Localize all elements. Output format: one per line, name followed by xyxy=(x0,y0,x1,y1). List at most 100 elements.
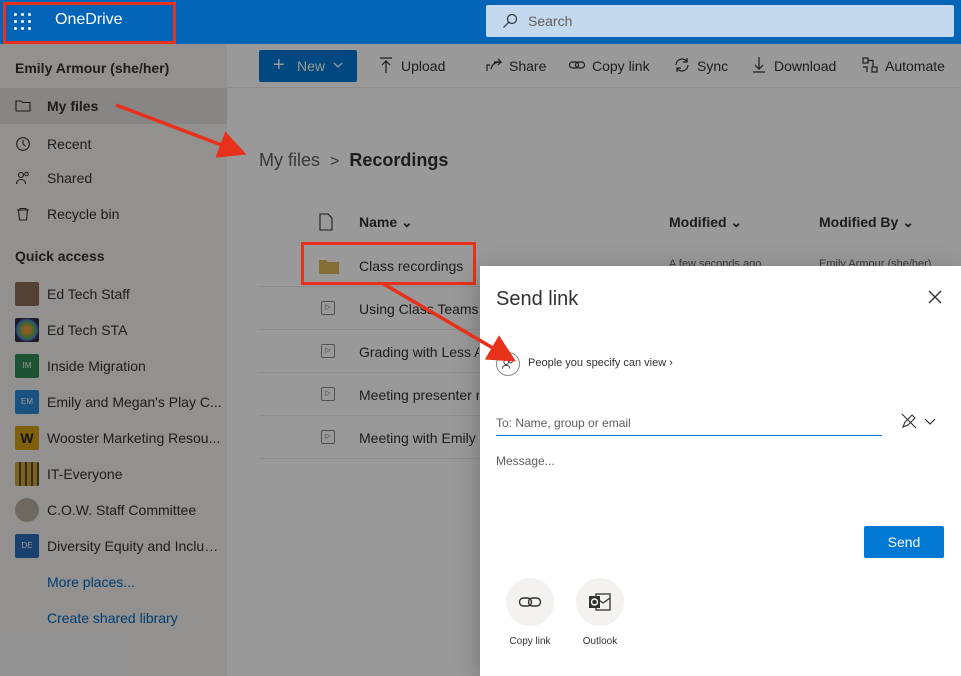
people-icon xyxy=(496,352,520,376)
column-header-name[interactable]: Name ⌄ xyxy=(359,214,413,231)
download-icon xyxy=(753,57,765,73)
share-icon xyxy=(486,58,503,71)
file-name[interactable]: Meeting presenter r xyxy=(359,387,479,403)
quick-access-label: C.O.W. Staff Committee xyxy=(47,502,197,518)
user-name: Emily Armour (she/her) xyxy=(15,60,170,76)
send-button[interactable]: Send xyxy=(864,526,944,558)
more-places-link[interactable]: More places... xyxy=(47,574,135,590)
new-button-label: New xyxy=(297,58,326,74)
download-label: Download xyxy=(774,58,837,74)
quick-access-label: Emily and Megan's Play C... xyxy=(47,394,222,410)
upload-button[interactable]: Upload xyxy=(377,56,467,76)
quick-access-item[interactable]: W Wooster Marketing Resou... xyxy=(0,420,227,456)
sync-button[interactable]: Sync xyxy=(673,56,733,76)
site-thumbnail: EM xyxy=(15,390,39,414)
create-shared-library-link[interactable]: Create shared library xyxy=(47,610,178,626)
link-icon xyxy=(568,61,586,69)
quick-access-heading: Quick access xyxy=(15,248,105,264)
share-button[interactable]: Share xyxy=(485,56,555,76)
chevron-down-icon[interactable] xyxy=(924,416,936,426)
video-file-icon: ▷ xyxy=(321,430,335,444)
search-input[interactable] xyxy=(528,11,928,31)
quick-access-item[interactable]: DE Diversity Equity and Inclus... xyxy=(0,528,227,564)
quick-access-item[interactable]: C.O.W. Staff Committee xyxy=(0,492,227,528)
quick-access-label: Diversity Equity and Inclus... xyxy=(47,538,222,554)
nav-item-recycle-bin[interactable]: Recycle bin xyxy=(0,196,227,232)
permission-label: People you specify can view › xyxy=(528,357,673,369)
breadcrumb-root[interactable]: My files xyxy=(259,150,320,170)
message-input[interactable] xyxy=(496,454,946,514)
clock-icon xyxy=(16,137,30,151)
dialog-title: Send link xyxy=(496,288,579,310)
site-thumbnail: W xyxy=(15,426,39,450)
nav-label: Recent xyxy=(47,136,92,152)
outlook-icon xyxy=(589,593,611,611)
site-thumbnail xyxy=(15,318,39,342)
column-header-modified[interactable]: Modified ⌄ xyxy=(669,214,742,231)
recycle-bin-icon xyxy=(17,207,29,221)
site-thumbnail xyxy=(15,282,39,306)
video-file-icon: ▷ xyxy=(321,387,335,401)
nav-label: Recycle bin xyxy=(47,206,120,222)
file-name[interactable]: Grading with Less A xyxy=(359,344,479,360)
send-link-dialog: Send link People you specify can view › … xyxy=(480,266,961,676)
link-icon xyxy=(518,597,542,607)
pencil-icon[interactable] xyxy=(900,412,918,430)
quick-access-label: Ed Tech Staff xyxy=(47,286,130,302)
file-type-header-icon xyxy=(319,213,333,231)
quick-access-item[interactable]: Ed Tech STA xyxy=(0,312,227,348)
copy-link-option[interactable]: Copy link xyxy=(500,578,560,653)
outlook-option[interactable]: Outlook xyxy=(570,578,630,653)
column-header-modified-by[interactable]: Modified By ⌄ xyxy=(819,214,914,231)
video-file-icon: ▷ xyxy=(321,344,335,358)
breadcrumb-current: Recordings xyxy=(349,150,449,170)
breadcrumb-separator-icon: > xyxy=(330,153,340,170)
upload-label: Upload xyxy=(401,58,446,74)
outlook-option-label: Outlook xyxy=(582,636,618,647)
file-name[interactable]: Using Class Teams f xyxy=(359,301,479,317)
sync-label: Sync xyxy=(697,58,729,74)
upload-icon xyxy=(380,57,392,73)
quick-access-label: Inside Migration xyxy=(47,358,146,374)
file-name[interactable]: Meeting with Emily xyxy=(359,430,479,446)
close-icon[interactable] xyxy=(926,288,944,306)
download-button[interactable]: Download xyxy=(750,56,840,76)
breadcrumb: My files > Recordings xyxy=(259,150,448,171)
outlook-circle xyxy=(576,578,624,626)
plus-icon: + xyxy=(273,54,285,76)
copy-link-circle xyxy=(506,578,554,626)
share-label: Share xyxy=(509,58,547,74)
quick-access-label: Ed Tech STA xyxy=(47,322,128,338)
annotation-box-folder xyxy=(301,242,476,285)
search-icon xyxy=(503,13,518,28)
nav-item-my-files[interactable]: My files xyxy=(0,88,227,124)
copy-link-option-label: Copy link xyxy=(509,636,551,647)
nav-label: My files xyxy=(47,98,99,114)
sync-icon xyxy=(675,58,689,72)
site-thumbnail: IM xyxy=(15,354,39,378)
site-thumbnail xyxy=(15,462,39,486)
nav-item-recent[interactable]: Recent xyxy=(0,126,227,162)
quick-access-item[interactable]: EM Emily and Megan's Play C... xyxy=(0,384,227,420)
chevron-down-icon xyxy=(333,62,343,68)
video-file-icon: ▷ xyxy=(321,301,335,315)
automate-button[interactable]: Automate xyxy=(861,56,957,76)
copy-link-label: Copy link xyxy=(592,58,650,74)
annotation-box-brand xyxy=(3,2,176,44)
automate-label: Automate xyxy=(885,58,945,74)
quick-access-item[interactable]: IT-Everyone xyxy=(0,456,227,492)
nav-label: Shared xyxy=(47,170,93,186)
new-button[interactable]: + New xyxy=(259,50,357,82)
nav-item-shared[interactable]: Shared xyxy=(0,160,227,196)
automate-icon xyxy=(862,57,878,73)
command-bar: + New Upload Share Copy link Sync Downlo… xyxy=(227,44,961,88)
quick-access-item[interactable]: Ed Tech Staff xyxy=(0,276,227,312)
recipient-input[interactable] xyxy=(496,410,882,436)
left-nav: Emily Armour (she/her) My files Recent S… xyxy=(0,44,227,676)
people-icon xyxy=(15,171,29,185)
quick-access-item[interactable]: IM Inside Migration xyxy=(0,348,227,384)
folder-icon xyxy=(15,100,31,112)
search-box[interactable] xyxy=(486,5,954,37)
permission-setting[interactable]: People you specify can view › xyxy=(496,352,716,376)
copy-link-button[interactable]: Copy link xyxy=(568,56,658,76)
